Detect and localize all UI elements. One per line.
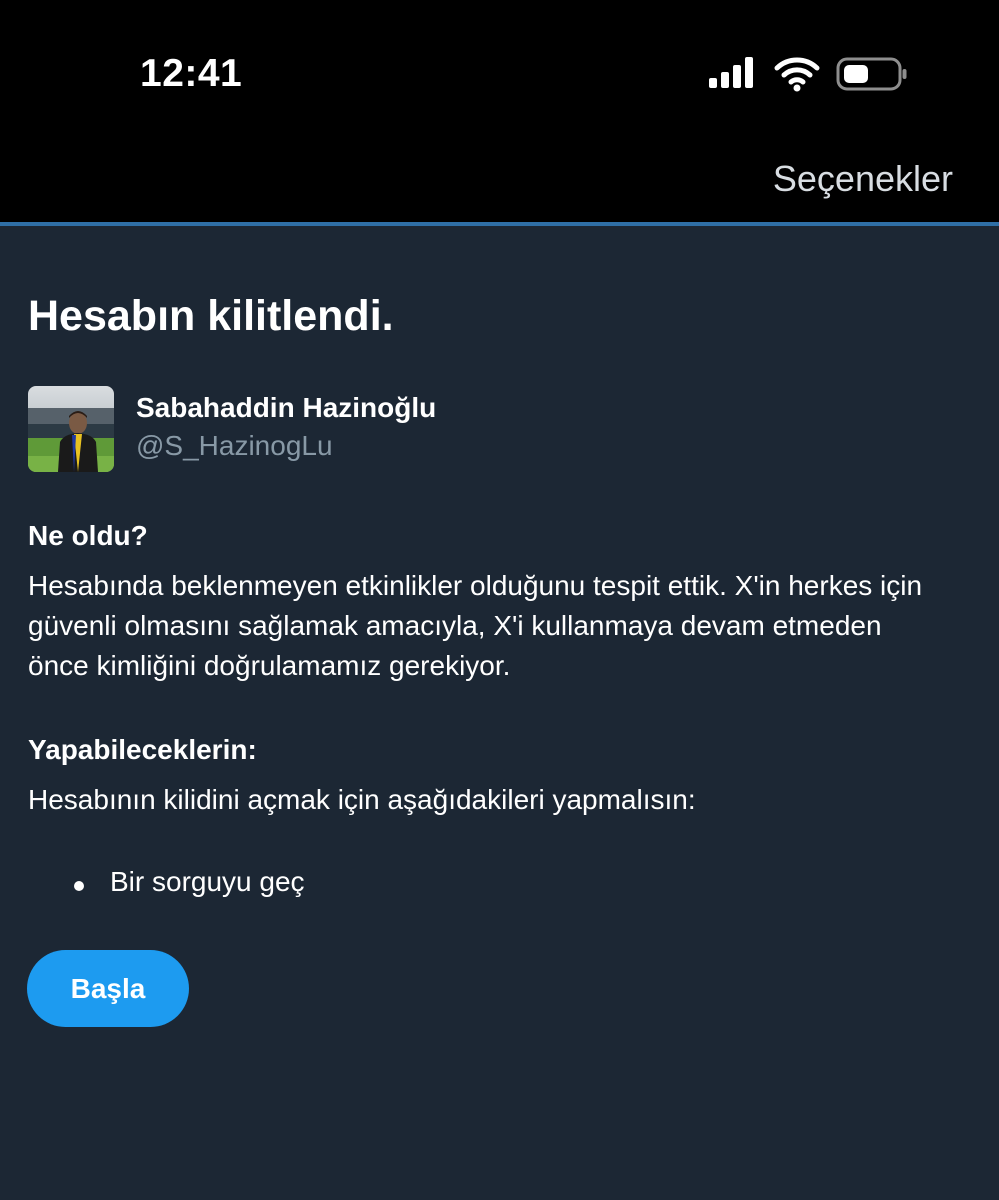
avatar	[28, 386, 114, 472]
what-you-can-do-text: Hesabının kilidini açmak için aşağıdakil…	[28, 784, 696, 815]
what-happened-heading: Ne oldu?	[28, 520, 148, 551]
bullet-icon	[74, 881, 84, 891]
what-you-can-do-heading: Yapabileceklerin:	[28, 734, 257, 765]
options-button[interactable]: Seçenekler	[773, 158, 953, 200]
start-button[interactable]: Başla	[27, 950, 189, 1027]
wifi-icon	[774, 57, 820, 92]
status-time: 12:41	[140, 52, 243, 95]
username-handle: @S_HazinogLu	[136, 430, 333, 461]
list-item: Bir sorguyu geç	[110, 866, 305, 897]
battery-icon	[836, 57, 907, 91]
page-title: Hesabın kilitlendi.	[28, 292, 394, 340]
what-happened-text: Hesabında beklenmeyen etkinlikler olduğu…	[28, 570, 923, 681]
top-bar: 12:41 Seçenekler	[0, 0, 999, 222]
main-content: Hesabın kilitlendi. Sabahaddin Hazinoğlu…	[0, 226, 999, 1200]
status-bar: 12:41	[0, 0, 999, 150]
display-name: Sabahaddin Hazinoğlu	[136, 392, 437, 423]
signal-icon	[709, 57, 753, 88]
